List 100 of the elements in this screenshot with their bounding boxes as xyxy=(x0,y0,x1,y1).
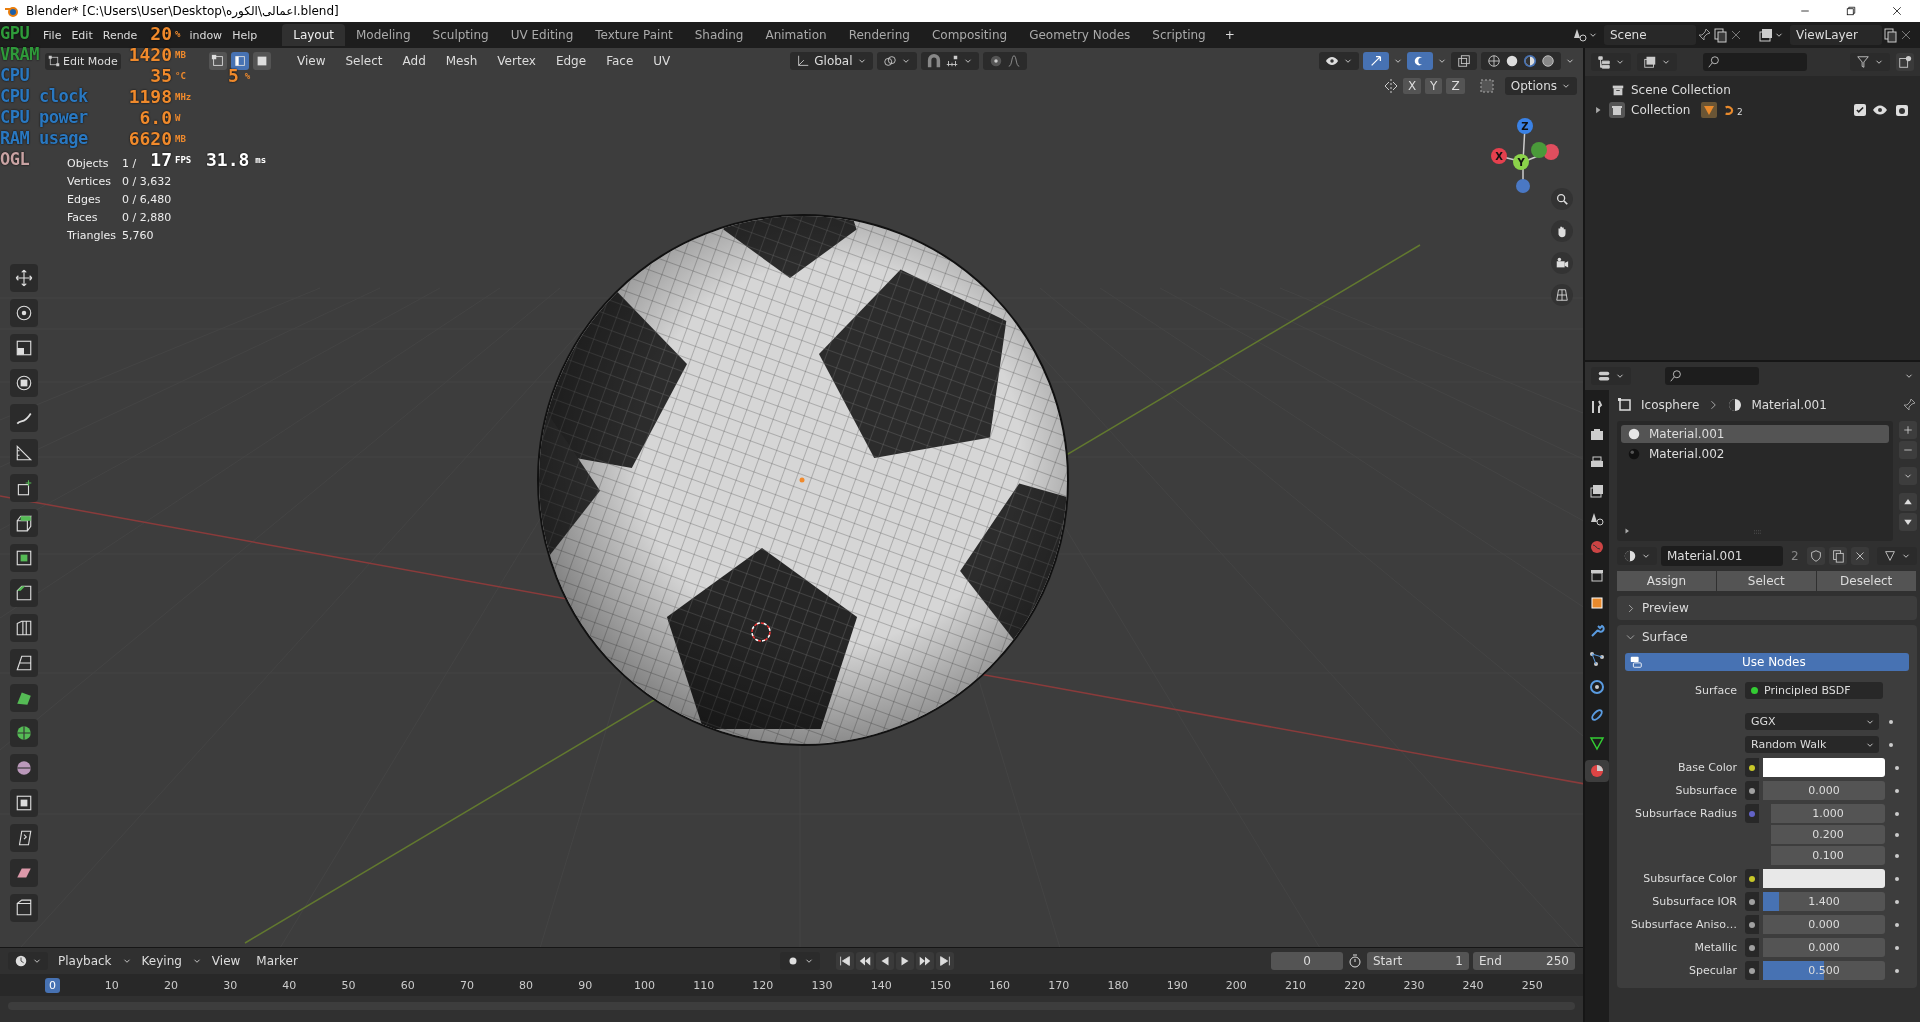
number-field[interactable]: 0.500 xyxy=(1763,961,1885,980)
end-frame-field[interactable]: End 250 xyxy=(1473,952,1575,971)
number-field[interactable]: 0.000 xyxy=(1763,938,1885,957)
workspace-tab[interactable]: Animation xyxy=(754,24,838,46)
monitor-value: 5 xyxy=(228,66,239,85)
menu-item[interactable]: Edge xyxy=(547,54,595,68)
menu-item[interactable]: View xyxy=(289,54,334,68)
menu-item[interactable]: Marker xyxy=(250,954,304,969)
number-field[interactable]: 0.000 xyxy=(1763,915,1885,934)
menu-item[interactable]: Add xyxy=(394,54,434,68)
collection-name: Scene Collection xyxy=(1631,83,1731,97)
menu-item[interactable]: Face xyxy=(598,54,642,68)
menu-item[interactable]: UV xyxy=(645,54,679,68)
property-label: Subsurface Radius xyxy=(1634,807,1738,820)
current-frame-field[interactable]: 0 xyxy=(1271,952,1343,971)
panel-header[interactable]: Preview xyxy=(1617,596,1917,620)
frame-number: 40 xyxy=(281,977,298,993)
outliner-row[interactable]: Scene Collection xyxy=(1585,80,1920,100)
monitor-label: VRAM xyxy=(0,45,39,64)
monitor-value: 20 xyxy=(150,24,172,43)
monitor-value: 1198 xyxy=(128,87,172,106)
workspace-tab[interactable]: UV Editing xyxy=(499,24,585,46)
monitor-label: RAM usage xyxy=(0,129,88,148)
frame-number: 180 xyxy=(1106,977,1130,993)
action-button[interactable]: Select xyxy=(1716,571,1817,591)
monitor-label: CPU xyxy=(0,66,30,85)
frame-number: 30 xyxy=(222,977,239,993)
workspace-tab[interactable]: Geometry Nodes xyxy=(1018,24,1142,46)
property-label: Subsurface Color xyxy=(1642,872,1738,885)
menu-item[interactable]: Keying xyxy=(135,954,188,969)
mode-dropdown[interactable]: Edit Mode xyxy=(45,52,121,70)
menu-item[interactable]: View xyxy=(205,954,247,969)
scene-field[interactable]: Scene xyxy=(1604,25,1696,45)
workspace-tab[interactable]: Layout xyxy=(282,24,345,46)
menu-item[interactable]: Vertex xyxy=(489,54,544,68)
workspace-tab[interactable]: Scripting xyxy=(1141,24,1217,46)
view-layer-field[interactable]: ViewLayer xyxy=(1790,25,1882,45)
mirror-axis-button[interactable]: Z xyxy=(1446,78,1465,94)
frame-number: 230 xyxy=(1402,977,1426,993)
child-count: 2 xyxy=(1737,107,1743,117)
menu-item[interactable]: Select xyxy=(337,54,391,68)
z-axis-handle[interactable]: Z xyxy=(1517,118,1533,134)
breadcrumb-item: Icosphere xyxy=(1641,398,1700,412)
workspace-tab[interactable]: Modeling xyxy=(345,24,422,46)
monitor-unit: MHz xyxy=(175,91,192,102)
workspace-tab[interactable]: Sculpting xyxy=(421,24,500,46)
menu-item[interactable]: Mesh xyxy=(437,54,486,68)
frame-number: 10 xyxy=(103,977,120,993)
mirror-axis-button[interactable]: Y xyxy=(1425,78,1443,94)
menu-item[interactable]: Rende xyxy=(97,28,143,42)
start-frame-field[interactable]: Start 1 xyxy=(1367,952,1469,971)
monitor-unit: ms xyxy=(255,154,267,165)
monitor-label: CPU power xyxy=(0,108,88,127)
menu-item[interactable]: Playback xyxy=(52,954,118,969)
workspace-tab[interactable]: Shading xyxy=(683,24,755,46)
x-axis-handle[interactable]: X xyxy=(1491,148,1507,164)
workspace-tab[interactable]: Texture Paint xyxy=(584,24,684,46)
material-slot[interactable]: Material.002 xyxy=(1621,445,1889,463)
number-field[interactable]: 0.200 xyxy=(1771,825,1885,844)
monitor-unit: MB xyxy=(175,133,186,144)
stat-label: Objects xyxy=(67,157,109,170)
panel-header[interactable]: Surface xyxy=(1617,625,1917,649)
property-label: Specular xyxy=(1687,964,1738,977)
frame-number: 50 xyxy=(340,977,357,993)
menu-item[interactable]: Help xyxy=(227,28,263,42)
monitor-unit: °C xyxy=(175,70,186,81)
menu-item[interactable]: indow xyxy=(184,28,228,42)
number-field[interactable]: 0.000 xyxy=(1763,781,1885,800)
number-field[interactable]: 1.000 xyxy=(1771,804,1885,823)
workspace-tab[interactable]: Compositing xyxy=(920,24,1019,46)
options-dropdown[interactable]: Options xyxy=(1504,77,1577,95)
dropdown[interactable]: Random Walk xyxy=(1745,736,1879,753)
workspace-tab[interactable]: Rendering xyxy=(837,24,921,46)
frame-number: 190 xyxy=(1165,977,1189,993)
monitor-unit: W xyxy=(175,112,181,123)
stat-label: Edges xyxy=(67,193,101,206)
user-count[interactable]: 2 xyxy=(1787,549,1803,563)
material-name-field[interactable]: Material.001 xyxy=(1661,546,1783,566)
y-axis-handle[interactable]: Y xyxy=(1513,154,1529,170)
use-nodes-button[interactable]: Use Nodes xyxy=(1625,653,1909,671)
number-field[interactable]: 1.400 xyxy=(1763,892,1885,911)
orientation-dropdown[interactable]: Global xyxy=(790,52,873,70)
frame-number: 140 xyxy=(869,977,893,993)
menu-item[interactable]: Edit xyxy=(66,28,98,42)
shader-dropdown[interactable]: Principled BSDF xyxy=(1745,682,1883,699)
stat-value: 0 / 6,480 xyxy=(122,193,172,206)
menu-item[interactable]: File xyxy=(38,28,67,42)
action-button[interactable]: Assign xyxy=(1617,571,1717,591)
add-workspace-button[interactable]: + xyxy=(1216,28,1243,42)
collection-name[interactable]: Collection xyxy=(1631,103,1695,117)
property-label: Subsurface Aniso… xyxy=(1629,918,1738,931)
stat-label: Vertices xyxy=(67,175,111,188)
mirror-axis-button[interactable]: X xyxy=(1402,78,1422,94)
property-label: Base Color xyxy=(1677,761,1738,774)
number-field[interactable]: 0.100 xyxy=(1771,846,1885,865)
monitor-label: GPU xyxy=(0,24,30,43)
action-button[interactable]: Deselect xyxy=(1816,571,1917,591)
material-slot[interactable]: Material.001 xyxy=(1621,425,1889,443)
dropdown[interactable]: GGX xyxy=(1745,713,1879,730)
frame-number: 210 xyxy=(1284,977,1308,993)
